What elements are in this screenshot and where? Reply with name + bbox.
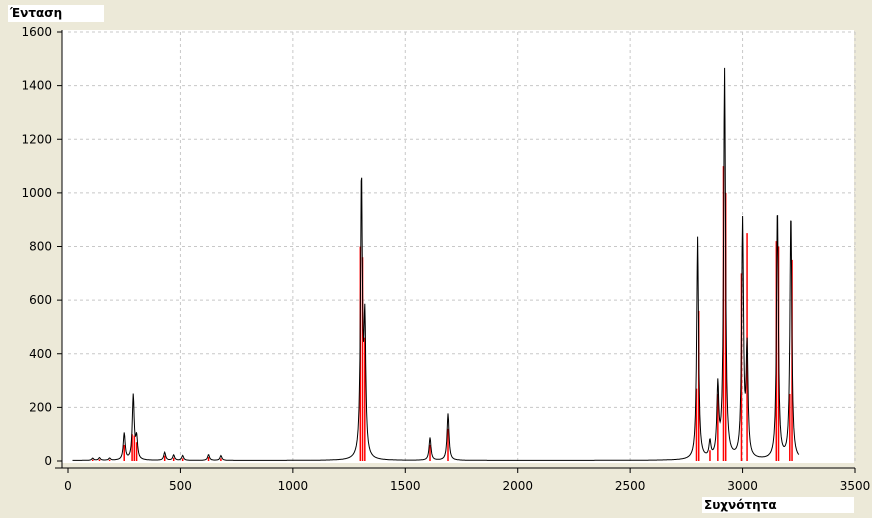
x-tick-label: 2000 (502, 479, 533, 493)
y-tick-label: 400 (29, 347, 52, 361)
y-tick-label: 0 (44, 454, 52, 468)
x-tick-label: 3500 (840, 479, 871, 493)
y-tick-label: 1200 (21, 132, 52, 146)
spectrum-chart: 0 200 400 600 800 1000 1200 1400 1600 0 500 1000 150… (21, 25, 871, 493)
x-tick-label: 1500 (390, 479, 421, 493)
y-tick-label: 1600 (21, 25, 52, 39)
y-tick-label: 600 (29, 293, 52, 307)
y-tick-label: 1400 (21, 79, 52, 93)
x-tick-label: 1000 (278, 479, 309, 493)
x-tick-label: 500 (169, 479, 192, 493)
x-tick-label: 2500 (615, 479, 646, 493)
x-tick-label: 0 (64, 479, 72, 493)
x-tick-label: 3000 (727, 479, 758, 493)
y-tick-label: 1000 (21, 186, 52, 200)
y-tick-label: 800 (29, 240, 52, 254)
y-tick-label: 200 (29, 400, 52, 414)
